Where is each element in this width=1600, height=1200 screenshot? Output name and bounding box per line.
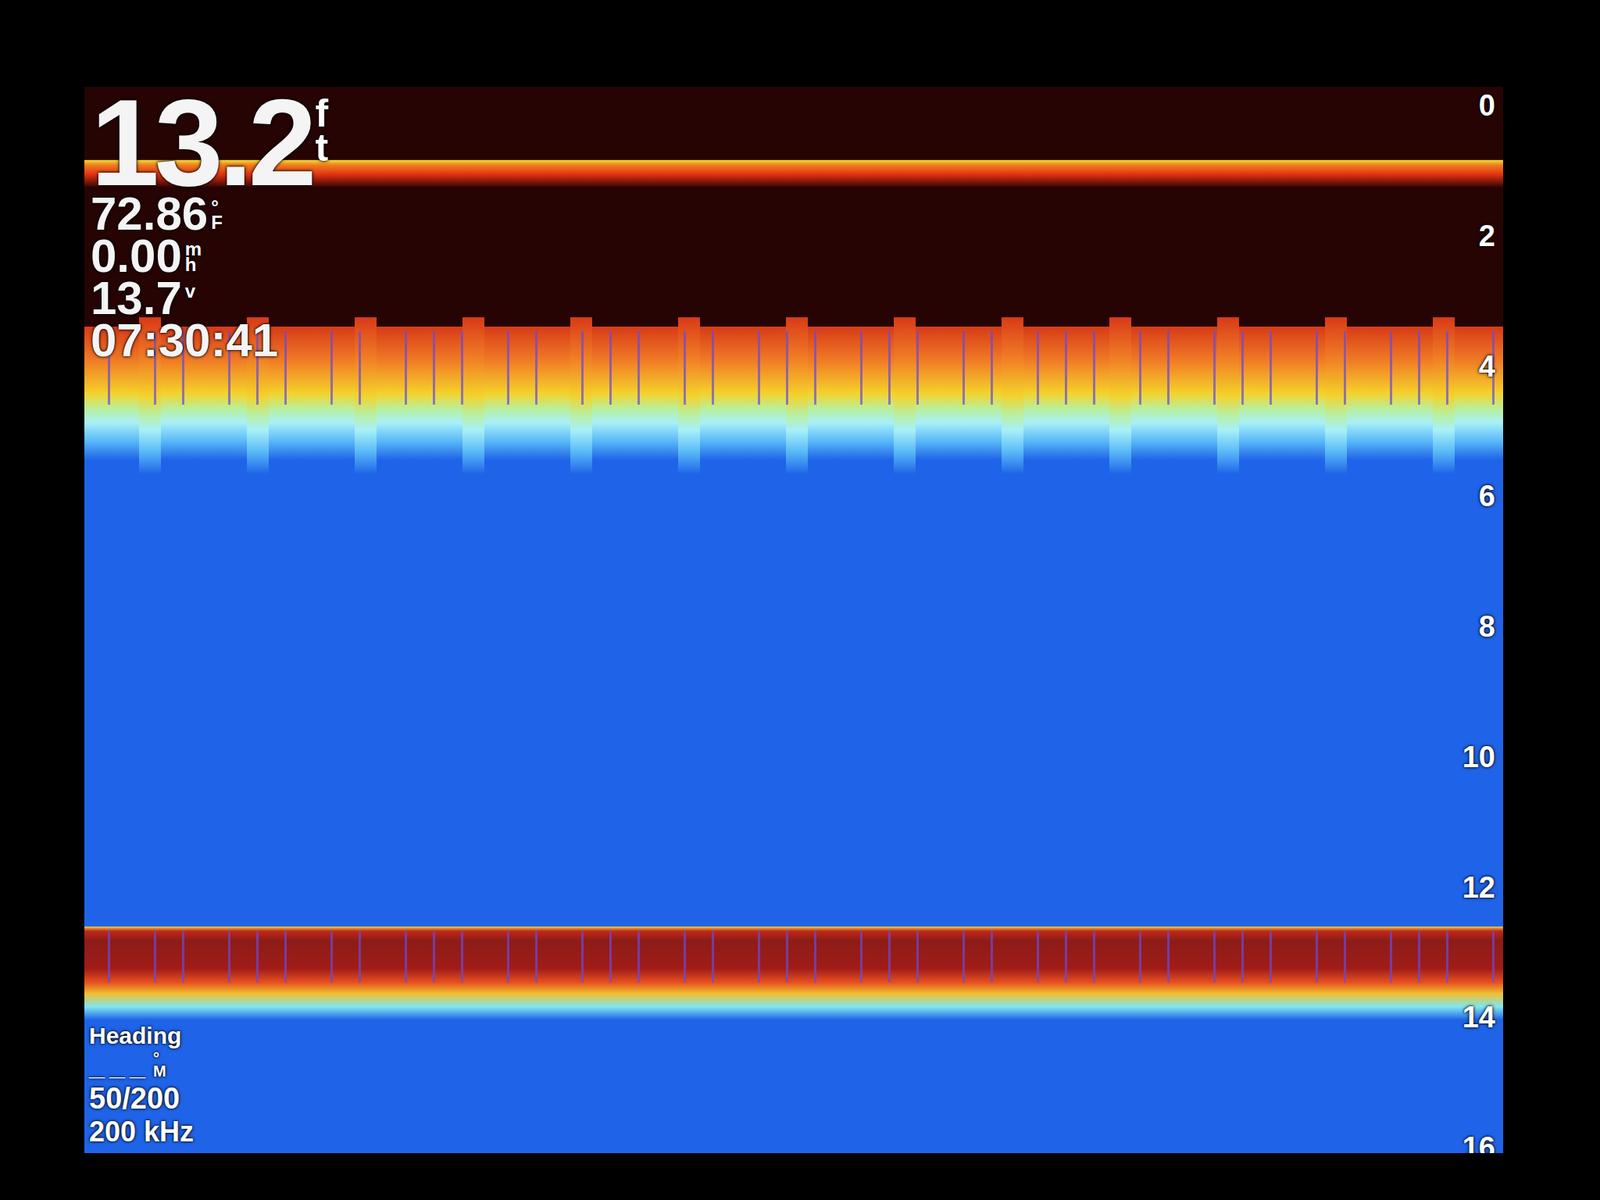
voltage-readout-unit: v <box>185 283 196 300</box>
speed-readout-unit: mh <box>185 241 196 273</box>
heading-value: ___°M <box>89 1050 194 1082</box>
sonar-screen: 13.2ft72.86°F0.00mh13.7v07:30:41 Heading_… <box>84 86 1504 1154</box>
voltage-readout: 13.7v <box>90 277 337 320</box>
depth-readout-unit: ft <box>315 96 338 165</box>
temperature-readout-unit: °F <box>210 199 222 231</box>
depth-scale-label: 8 <box>1478 609 1496 644</box>
depth-scale-label: 12 <box>1462 870 1496 905</box>
depth-scale-label: 0 <box>1478 88 1496 123</box>
temperature-readout: 72.86°F <box>90 192 337 236</box>
depth-scale-label: 14 <box>1462 1000 1496 1035</box>
bottom-band <box>84 926 1504 1020</box>
depth-scale-label: 16 <box>1462 1130 1496 1154</box>
thermocline-band <box>84 317 1504 475</box>
range-readout: 50/200 <box>89 1081 194 1116</box>
depth-scale-label: 6 <box>1478 478 1496 514</box>
heading-unit: °M <box>153 1051 162 1079</box>
status-panel: Heading___°M50/200200 kHz <box>89 1021 194 1149</box>
depth-readout: 13.2ft <box>90 91 337 193</box>
speed-readout: 0.00mh <box>90 235 337 278</box>
depth-scale-label: 10 <box>1462 739 1496 775</box>
time-readout: 07:30:41 <box>90 319 337 362</box>
heading-label: Heading <box>89 1021 194 1050</box>
device-photo: 13.2ft72.86°F0.00mh13.7v07:30:41 Heading_… <box>0 0 1600 1200</box>
readouts-panel: 13.2ft72.86°F0.00mh13.7v07:30:41 <box>90 91 337 362</box>
depth-scale-label: 4 <box>1478 349 1496 384</box>
frequency-readout: 200 kHz <box>89 1115 194 1149</box>
sonar-echogram <box>84 86 1504 1154</box>
depth-scale-label: 2 <box>1478 218 1496 254</box>
